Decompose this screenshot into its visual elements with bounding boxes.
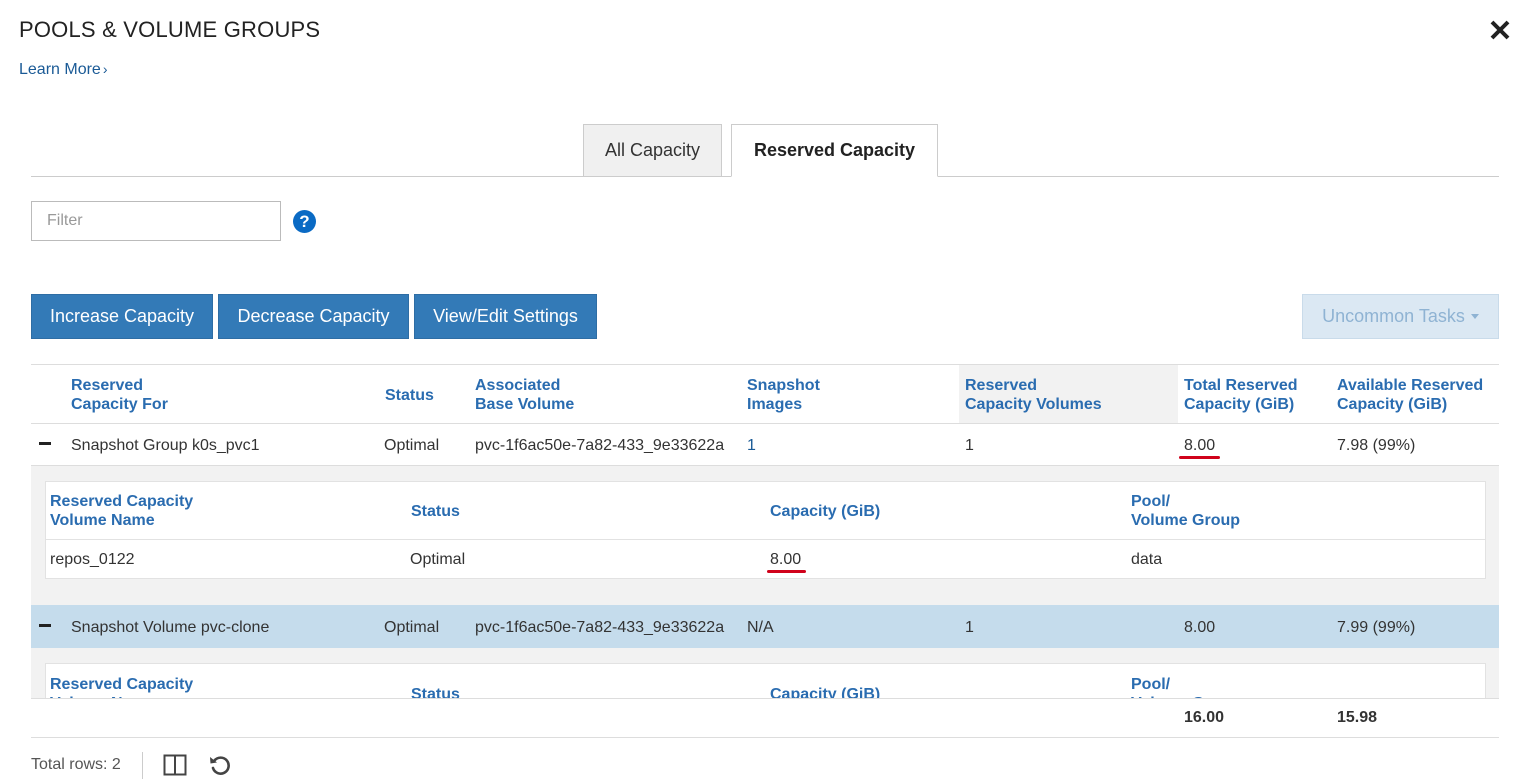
- sub-col-header-capacity[interactable]: Capacity (GiB): [770, 502, 880, 521]
- col-header-line: Capacity For: [71, 396, 168, 413]
- sub-col-header-capacity[interactable]: Capacity (GiB): [770, 685, 880, 698]
- sub-col-header-status[interactable]: Status: [411, 685, 460, 698]
- cell-detail-pool: data: [1131, 551, 1163, 568]
- col-header-line: Volume Group: [1131, 512, 1241, 529]
- cell-volume-name: repos_0122: [50, 551, 135, 568]
- col-header-total-reserved-capacity[interactable]: Total Reserved Capacity (GiB): [1184, 376, 1298, 414]
- col-header-line: Base Volume: [475, 396, 575, 413]
- col-header-snapshot-images[interactable]: Snapshot Images: [747, 376, 820, 414]
- collapse-row-icon[interactable]: [39, 624, 51, 627]
- sub-col-header-volume-name[interactable]: Reserved Capacity Volume Name: [50, 675, 193, 698]
- total-rows-count: Total rows: 2: [31, 756, 121, 773]
- cell-detail-capacity: 8.00: [770, 551, 802, 568]
- sub-col-header-pool[interactable]: Pool/ Volume Group: [1131, 675, 1240, 698]
- columns-icon[interactable]: [163, 754, 187, 776]
- total-reserved-sum: 16.00: [1184, 709, 1225, 726]
- cell-base-volume: pvc-1f6ac50e-7a82-433_9e33622a: [475, 437, 725, 454]
- col-header-line: Pool/: [1131, 676, 1171, 693]
- cell-status: Optimal: [384, 437, 440, 454]
- cell-total-reserved: 8.00: [1184, 437, 1216, 454]
- tab-reserved-capacity[interactable]: Reserved Capacity: [731, 124, 938, 177]
- col-header-line: Capacity Volumes: [965, 396, 1102, 413]
- highlight-underline: [767, 570, 806, 573]
- col-header-line: Images: [747, 396, 803, 413]
- highlight-underline: [1179, 456, 1220, 459]
- increase-capacity-button[interactable]: Increase Capacity: [31, 294, 213, 339]
- col-header-line: Total Reserved: [1184, 377, 1298, 394]
- cell-capacity-volumes: 1: [965, 437, 974, 454]
- learn-more-label: Learn More: [19, 61, 101, 78]
- col-header-line: Reserved: [965, 377, 1038, 394]
- table-top-border: [31, 364, 1499, 365]
- caret-down-icon: [1470, 314, 1479, 319]
- cell-status: Optimal: [384, 619, 440, 636]
- col-header-reserved-capacity-volumes[interactable]: Reserved Capacity Volumes: [965, 376, 1102, 414]
- detail-table: [45, 481, 1486, 579]
- detail-panel: Reserved Capacity Volume Name Status Cap…: [31, 648, 1499, 698]
- cell-capacity-for: Snapshot Volume pvc-clone: [71, 619, 270, 636]
- table-header-border: [31, 423, 1499, 424]
- col-header-line: Reserved Capacity: [50, 676, 194, 693]
- footer-border: [31, 737, 1499, 738]
- col-header-line: Snapshot: [747, 377, 820, 394]
- sub-col-header-status[interactable]: Status: [411, 502, 460, 521]
- view-edit-settings-button[interactable]: View/Edit Settings: [414, 294, 597, 339]
- chevron-right-icon: ›: [102, 61, 108, 77]
- cell-detail-status: Optimal: [410, 551, 466, 568]
- filter-input[interactable]: [31, 201, 281, 241]
- col-header-associated-base-volume[interactable]: Associated Base Volume: [475, 376, 574, 414]
- collapse-row-icon[interactable]: [39, 442, 51, 445]
- sub-col-header-volume-name[interactable]: Reserved Capacity Volume Name: [50, 492, 193, 530]
- cell-snapshot-images: N/A: [747, 619, 774, 636]
- cell-total-reserved: 8.00: [1184, 619, 1216, 636]
- col-header-line: Capacity (GiB): [1184, 396, 1295, 413]
- sub-col-header-pool[interactable]: Pool/ Volume Group: [1131, 492, 1240, 530]
- col-header-status[interactable]: Status: [385, 386, 434, 405]
- cell-available-reserved: 7.99 (99%): [1337, 619, 1416, 636]
- refresh-icon[interactable]: [208, 753, 232, 777]
- help-icon[interactable]: ?: [293, 210, 316, 233]
- uncommon-tasks-label: Uncommon Tasks: [1322, 306, 1465, 326]
- col-header-reserved-capacity-for[interactable]: Reserved Capacity For: [71, 376, 168, 414]
- decrease-capacity-button[interactable]: Decrease Capacity: [218, 294, 409, 339]
- snapshot-images-link[interactable]: 1: [747, 437, 756, 455]
- close-icon[interactable]: [1488, 18, 1512, 42]
- col-header-line: Capacity (GiB): [1337, 396, 1448, 413]
- uncommon-tasks-dropdown[interactable]: Uncommon Tasks: [1302, 294, 1499, 339]
- col-header-line: Pool/: [1131, 493, 1171, 510]
- sub-header-border: [46, 539, 1485, 540]
- col-header-line: Reserved: [71, 377, 144, 394]
- col-header-line: Available Reserved: [1337, 377, 1484, 394]
- col-header-line: Status: [385, 387, 434, 404]
- available-reserved-sum: 15.98: [1337, 709, 1378, 726]
- learn-more-link[interactable]: Learn More ›: [19, 61, 108, 79]
- tab-all-capacity[interactable]: All Capacity: [583, 124, 722, 177]
- cell-capacity-for: Snapshot Group k0s_pvc1: [71, 437, 260, 454]
- detail-table: Reserved Capacity Volume Name Status Cap…: [45, 663, 1486, 698]
- cell-available-reserved: 7.98 (99%): [1337, 437, 1416, 454]
- cell-base-volume: pvc-1f6ac50e-7a82-433_9e33622a: [475, 619, 725, 636]
- col-header-line: Associated: [475, 377, 561, 394]
- footer-divider: [142, 752, 143, 779]
- cell-capacity-volumes: 1: [965, 619, 974, 636]
- totals-border: [31, 698, 1499, 699]
- col-header-available-reserved-capacity[interactable]: Available Reserved Capacity (GiB): [1337, 376, 1483, 414]
- page-title: POOLS & VOLUME GROUPS: [19, 17, 321, 42]
- col-header-line: Volume Name: [50, 512, 155, 529]
- col-header-line: Reserved Capacity: [50, 493, 194, 510]
